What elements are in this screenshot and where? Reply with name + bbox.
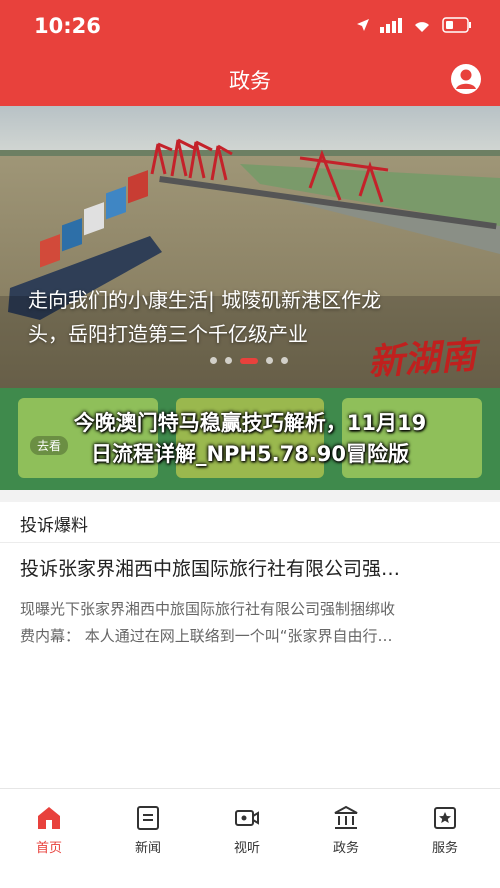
wifi-icon xyxy=(415,22,429,32)
article-summary-line1: 现曝光下张家界湘西中旅国际旅行社有限公司强制捆绑收 xyxy=(20,600,396,618)
tab-label: 新闻 xyxy=(134,841,161,856)
signal-icon xyxy=(380,18,402,33)
section-divider xyxy=(0,490,500,502)
section-title: 投诉爆料 xyxy=(20,516,88,536)
tab-label: 视听 xyxy=(233,841,260,856)
tab-service[interactable]: 服务 xyxy=(415,805,475,856)
carousel-dot[interactable] xyxy=(266,357,273,364)
tab-news[interactable]: 新闻 xyxy=(118,805,178,856)
overlay-headline: 今晚澳门特马稳赢技巧解析，11月19 日流程详解_NPH5.78.90冒险版 xyxy=(0,408,500,470)
carousel-dot[interactable] xyxy=(281,357,288,364)
tab-home[interactable]: 首页 xyxy=(19,805,79,856)
home-icon xyxy=(38,807,60,829)
carousel-dot[interactable] xyxy=(225,357,232,364)
user-avatar-icon[interactable] xyxy=(450,63,482,95)
government-icon xyxy=(334,805,358,829)
carousel-indicators[interactable] xyxy=(210,357,288,364)
news-carousel[interactable]: 走向我们的小康生活| 城陵矶新港区作龙 头，岳阳打造第三个千亿级产业 新湖南 xyxy=(0,106,500,388)
carousel-dot[interactable] xyxy=(210,357,217,364)
status-time: 10:26 xyxy=(34,14,101,38)
article-summary[interactable]: 现曝光下张家界湘西中旅国际旅行社有限公司强制捆绑收 费内幕： 本人通过在网上联络… xyxy=(20,596,482,650)
tab-label: 首页 xyxy=(35,841,62,856)
article-title[interactable]: 投诉张家界湘西中旅国际旅行社有限公司强… xyxy=(20,554,480,581)
news-icon xyxy=(137,806,159,830)
location-arrow-icon xyxy=(357,19,369,31)
overlay-headline-line1: 今晚澳门特马稳赢技巧解析，11月19 xyxy=(73,411,427,435)
status-icons xyxy=(356,17,472,33)
status-bar: 10:26 xyxy=(0,0,500,52)
tab-label: 服务 xyxy=(431,841,458,856)
battery-icon xyxy=(442,17,471,33)
tab-video[interactable]: 视听 xyxy=(217,805,277,856)
video-icon xyxy=(235,810,259,826)
banner-caption-line2[interactable]: 头，岳阳打造第三个千亿级产业 xyxy=(28,320,308,348)
carousel-dot-active[interactable] xyxy=(240,357,258,364)
top-nav-bar: 政务 xyxy=(0,52,500,106)
bottom-tab-bar: 首页 新闻 视听 政务 服务 xyxy=(0,788,500,888)
service-icon xyxy=(434,807,456,829)
tab-label: 政务 xyxy=(332,841,359,856)
article-summary-line2: 费内幕： 本人通过在网上联络到一个叫“张家界自由行… xyxy=(20,627,393,645)
section-rule xyxy=(0,542,500,543)
overlay-headline-line2: 日流程详解_NPH5.78.90冒险版 xyxy=(90,442,410,466)
tab-government[interactable]: 政务 xyxy=(316,805,376,856)
complaint-section: 投诉爆料 投诉张家界湘西中旅国际旅行社有限公司强… 现曝光下张家界湘西中旅国际旅… xyxy=(0,502,500,786)
brand-watermark: 新湖南 xyxy=(366,334,478,384)
banner-caption-line1[interactable]: 走向我们的小康生活| 城陵矶新港区作龙 xyxy=(28,286,381,314)
page-title: 政务 xyxy=(229,69,271,93)
